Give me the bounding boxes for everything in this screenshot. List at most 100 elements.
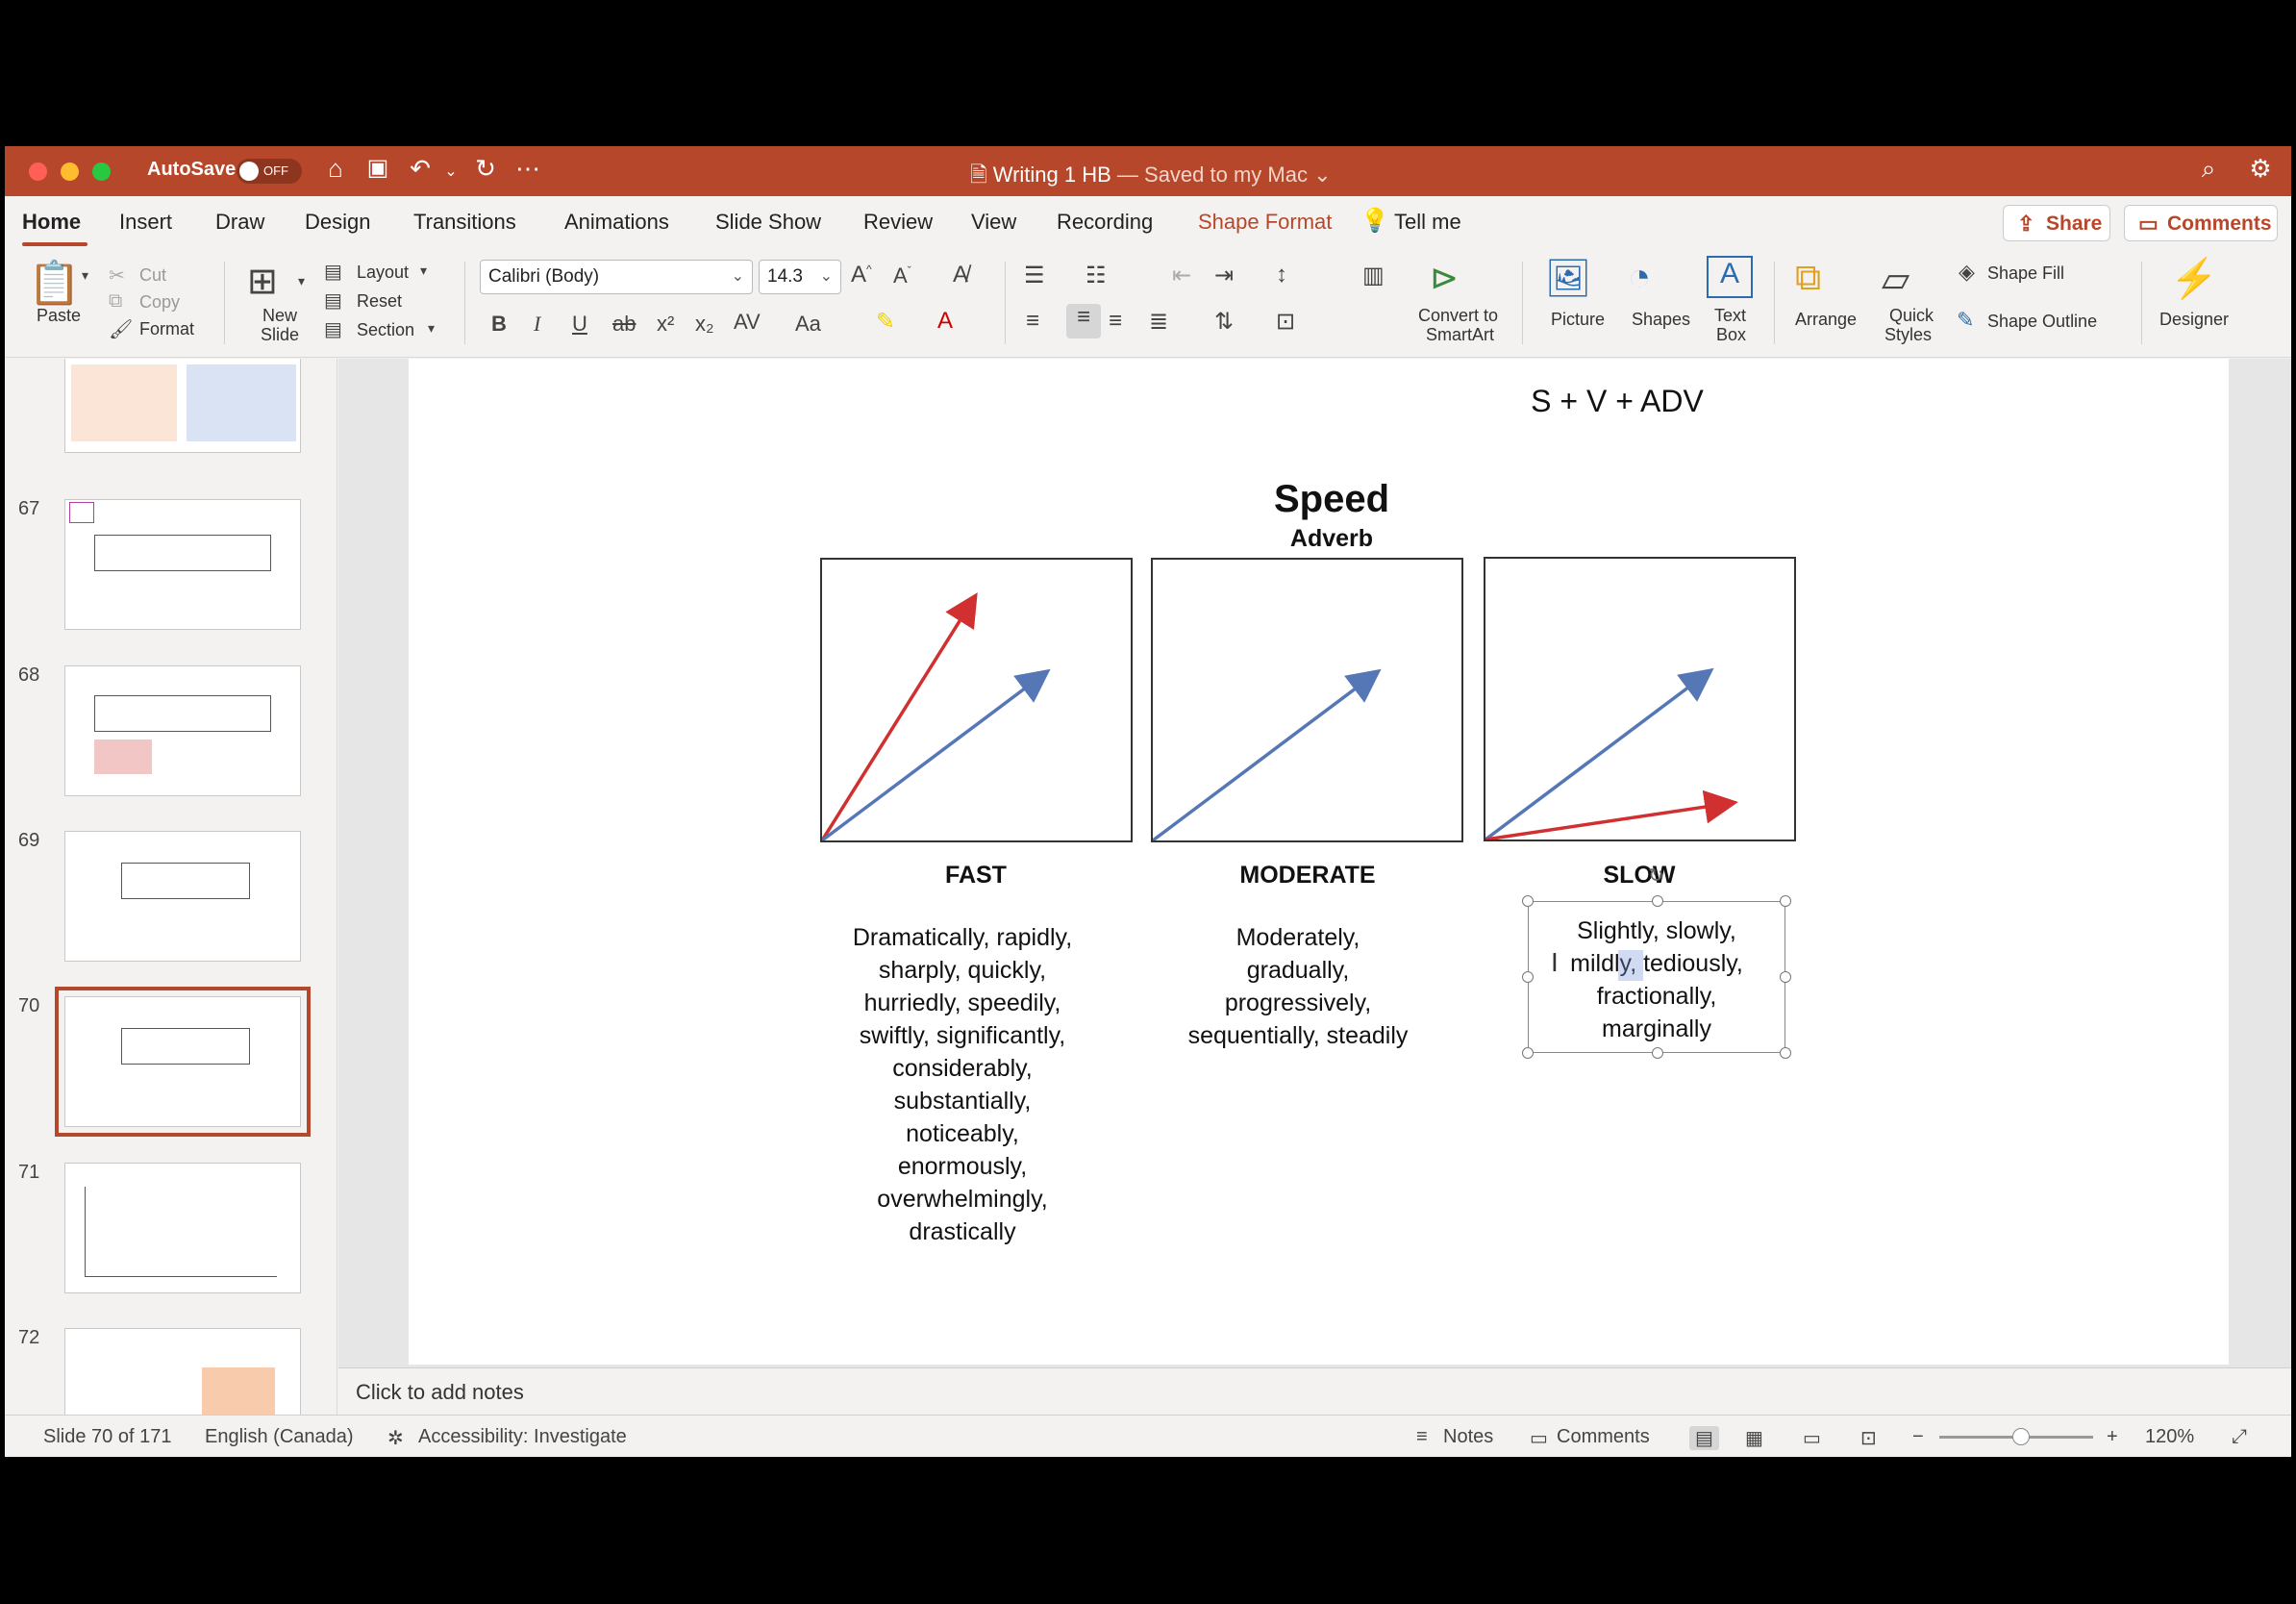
strikethrough-icon[interactable]: ab (612, 312, 636, 337)
fast-heading[interactable]: FAST (880, 862, 1072, 890)
underline-icon[interactable]: U (572, 312, 587, 337)
picture-label[interactable]: Picture (1551, 310, 1605, 330)
subscript-icon[interactable]: x₂ (695, 312, 714, 337)
convert-smartart-label-1[interactable]: Convert to (1418, 306, 1498, 326)
tab-transitions[interactable]: Transitions (413, 210, 516, 235)
zoom-level[interactable]: 120% (2145, 1426, 2194, 1448)
undo-icon[interactable]: ↶ (403, 154, 437, 184)
resize-handle[interactable] (1522, 1047, 1534, 1059)
decrease-indent-icon[interactable]: ⇤ (1172, 262, 1191, 289)
new-slide-icon[interactable]: ⊞ (247, 260, 278, 303)
increase-indent-icon[interactable]: ⇥ (1214, 262, 1234, 289)
slide-editor[interactable]: S + V + ADV Speed Adverb FAST MODERATE S… (338, 359, 2291, 1367)
slide-thumbnail-70[interactable] (55, 987, 311, 1137)
close-window-button[interactable] (29, 163, 47, 181)
align-left-icon[interactable]: ≡ (1026, 308, 1039, 335)
designer-label[interactable]: Designer (2159, 310, 2229, 330)
section-button[interactable]: Section (357, 320, 414, 340)
slide-thumbnail-71[interactable] (64, 1163, 301, 1293)
fast-graph[interactable] (820, 558, 1133, 842)
tab-shape-format[interactable]: Shape Format (1198, 210, 1332, 235)
justify-icon[interactable]: ≣ (1149, 308, 1168, 336)
bold-icon[interactable]: B (491, 312, 507, 337)
formula-text[interactable]: S + V + ADV (1459, 384, 1776, 419)
notes-toggle[interactable]: Notes (1443, 1426, 1493, 1448)
minimize-window-button[interactable] (61, 163, 79, 181)
slide-thumbnail-72[interactable] (64, 1328, 301, 1415)
tab-tell-me[interactable]: Tell me (1394, 210, 1461, 235)
new-slide-dropdown-icon[interactable]: ▾ (298, 273, 305, 289)
cut-button[interactable]: Cut (139, 265, 166, 286)
tab-draw[interactable]: Draw (215, 210, 264, 235)
shapes-label[interactable]: Shapes (1632, 310, 1690, 330)
change-case-icon[interactable]: Aa (795, 312, 821, 337)
new-slide-label-1[interactable]: New (262, 306, 297, 326)
accessibility-status[interactable]: Accessibility: Investigate (418, 1426, 627, 1448)
notes-pane[interactable]: Click to add notes (338, 1367, 2291, 1415)
slide-thumbnail[interactable] (64, 359, 301, 453)
zoom-slider-handle[interactable] (2012, 1428, 2030, 1445)
zoom-in-icon[interactable]: + (2107, 1426, 2118, 1448)
slide-thumbnail-69[interactable] (64, 831, 301, 962)
align-center-icon[interactable]: ≡ (1066, 304, 1101, 338)
language-indicator[interactable]: English (Canada) (205, 1426, 354, 1448)
home-icon[interactable]: ⌂ (318, 154, 353, 184)
paste-icon[interactable]: 📋 (28, 258, 81, 308)
line-spacing-icon[interactable]: ↕ (1276, 262, 1287, 288)
normal-view-icon[interactable]: ▤ (1689, 1426, 1719, 1450)
search-icon[interactable]: ⌕ (2191, 154, 2226, 185)
designer-icon[interactable]: ⚡ (2170, 256, 2218, 301)
tab-view[interactable]: View (971, 210, 1016, 235)
fast-adverbs-text[interactable]: Dramatically, rapidly, sharply, quickly,… (828, 921, 1097, 1248)
rotate-handle-icon[interactable]: ↻ (1648, 864, 1664, 888)
tab-home[interactable]: Home (22, 210, 81, 235)
shape-outline-button[interactable]: Shape Outline (1987, 312, 2097, 332)
settings-icon[interactable]: ⚙ (2243, 154, 2278, 184)
italic-icon[interactable]: I (534, 312, 540, 337)
tab-slide-show[interactable]: Slide Show (715, 210, 821, 235)
shape-fill-button[interactable]: Shape Fill (1987, 263, 2064, 284)
slide-thumbnail-67[interactable] (64, 499, 301, 630)
convert-smartart-label-2[interactable]: SmartArt (1426, 325, 1494, 345)
text-box-icon[interactable]: A (1707, 256, 1753, 298)
slow-graph[interactable] (1484, 557, 1796, 841)
font-color-icon[interactable]: A (937, 308, 953, 335)
tab-animations[interactable]: Animations (564, 210, 669, 235)
arrange-label[interactable]: Arrange (1795, 310, 1857, 330)
columns-icon[interactable]: ▥ (1362, 262, 1385, 289)
zoom-out-icon[interactable]: − (1912, 1426, 1924, 1448)
highlight-icon[interactable]: ✎ (876, 308, 895, 336)
tab-insert[interactable]: Insert (119, 210, 172, 235)
copy-button[interactable]: Copy (139, 292, 180, 313)
resize-handle[interactable] (1652, 895, 1663, 907)
bullets-icon[interactable]: ☰ (1024, 262, 1045, 289)
slow-heading[interactable]: SLOW (1543, 862, 1735, 890)
superscript-icon[interactable]: x² (657, 312, 674, 337)
tab-design[interactable]: Design (305, 210, 370, 235)
text-box-label-2[interactable]: Box (1716, 325, 1746, 345)
slide-thumbnails-pane[interactable]: 67 68 69 70 71 72 (5, 359, 337, 1415)
more-icon[interactable]: ⋯ (511, 154, 545, 184)
clear-formatting-icon[interactable]: A̸ (953, 262, 968, 288)
share-button[interactable]: ⇪ Share (2003, 205, 2110, 241)
slide-title[interactable]: Speed (1159, 478, 1505, 521)
paste-label[interactable]: Paste (37, 306, 81, 326)
align-right-icon[interactable]: ≡ (1109, 308, 1122, 335)
paste-dropdown-icon[interactable]: ▾ (82, 267, 88, 284)
notes-placeholder[interactable]: Click to add notes (356, 1380, 524, 1405)
picture-icon[interactable]: 🖼 (1545, 258, 1591, 300)
grow-font-icon[interactable]: A^ (851, 262, 872, 288)
layout-button[interactable]: Layout (357, 263, 409, 283)
comments-button[interactable]: ▭ Comments (2124, 205, 2278, 241)
moderate-graph[interactable] (1151, 558, 1463, 842)
numbering-icon[interactable]: ☷ (1086, 262, 1107, 289)
resize-handle[interactable] (1522, 895, 1534, 907)
fit-to-window-icon[interactable]: ⤢ (2232, 1426, 2247, 1448)
shapes-icon[interactable]: ◔ (1628, 256, 1651, 299)
slide-subtitle[interactable]: Adverb (1159, 525, 1505, 553)
quick-styles-icon[interactable]: ▱ (1882, 258, 1909, 301)
autosave-toggle[interactable]: OFF (237, 159, 302, 184)
slide-canvas[interactable]: S + V + ADV Speed Adverb FAST MODERATE S… (409, 359, 2229, 1365)
undo-dropdown-icon[interactable]: ⌄ (434, 162, 468, 181)
moderate-heading[interactable]: MODERATE (1207, 862, 1409, 890)
